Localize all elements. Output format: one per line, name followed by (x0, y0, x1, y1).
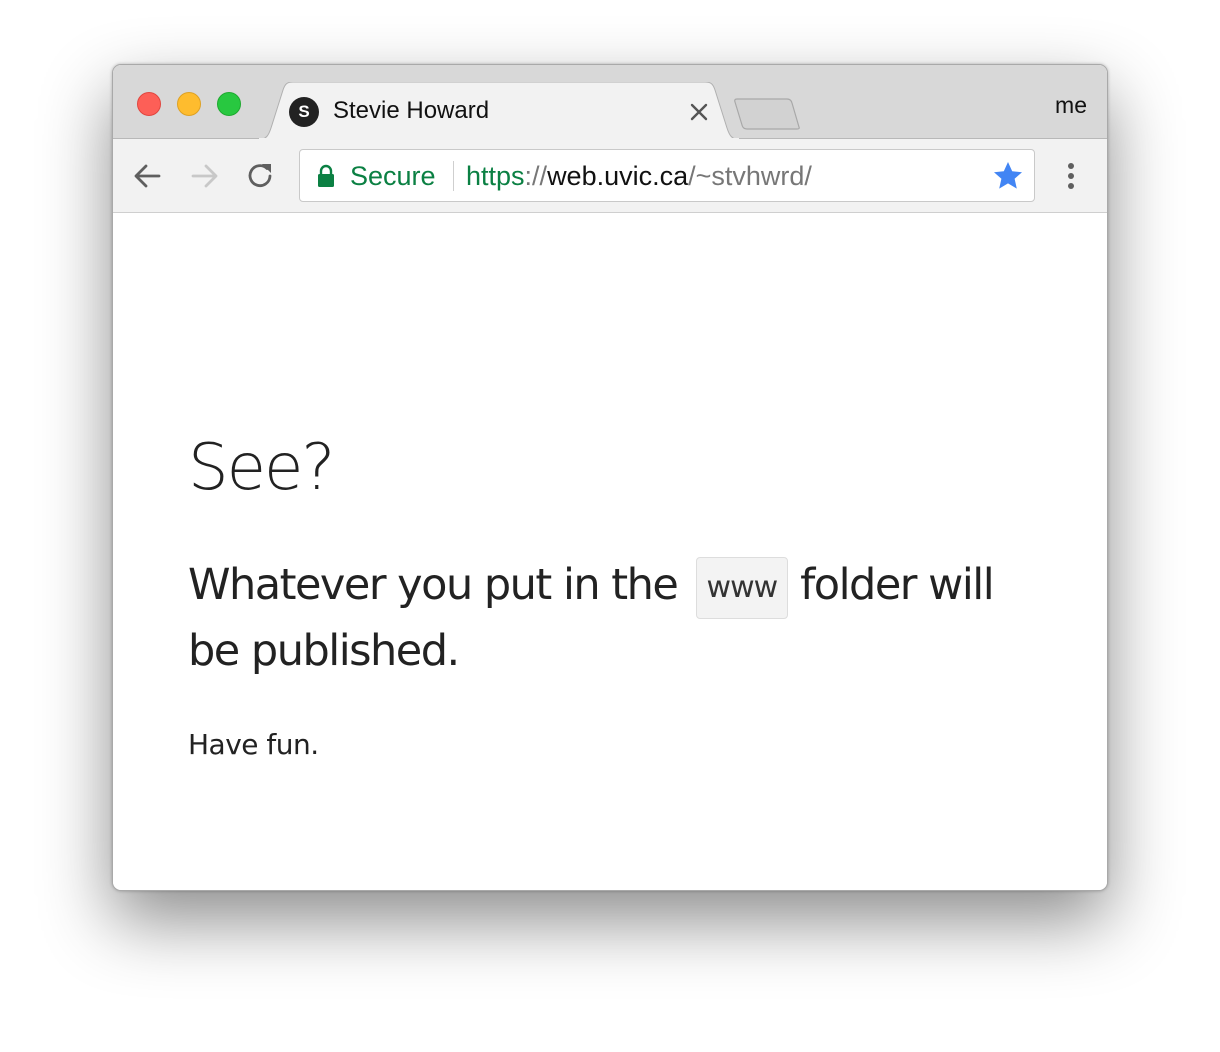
site-favicon: S (289, 97, 319, 127)
reload-icon[interactable] (243, 159, 277, 193)
close-icon[interactable] (687, 100, 711, 124)
browser-toolbar: Secure https://web.uvic.ca/~stvhwrd/ (113, 139, 1107, 213)
url-separator: :// (524, 161, 548, 191)
window-close-button[interactable] (137, 92, 161, 116)
new-tab-button[interactable] (733, 97, 803, 131)
closing-text: Have fun. (188, 728, 319, 761)
lock-icon (318, 164, 334, 187)
browser-window: S Stevie Howard me Secure https://web.uv… (112, 64, 1108, 891)
tab-background (257, 82, 741, 140)
lead-text-before: Whatever you put in the (188, 560, 679, 610)
tab-active[interactable]: S Stevie Howard (257, 82, 741, 140)
arrow-right-icon[interactable] (187, 159, 221, 193)
url-host: web.uvic.ca (547, 161, 689, 191)
lead-paragraph: Whatever you put in the www folder will b… (188, 553, 1048, 683)
window-zoom-button[interactable] (217, 92, 241, 116)
kebab-menu-icon[interactable] (1059, 159, 1083, 193)
window-minimize-button[interactable] (177, 92, 201, 116)
page-content: See? Whatever you put in the www folder w… (113, 213, 1107, 890)
address-bar[interactable]: Secure https://web.uvic.ca/~stvhwrd/ (299, 149, 1035, 202)
url-path: /~stvhwrd/ (688, 161, 812, 191)
tab-title: Stevie Howard (333, 97, 490, 124)
page-heading: See? (188, 431, 335, 505)
profile-label[interactable]: me (1055, 91, 1087, 119)
url-scheme: https (466, 161, 525, 191)
arrow-left-icon[interactable] (131, 159, 165, 193)
star-icon[interactable] (992, 160, 1024, 192)
url-text[interactable]: https://web.uvic.ca/~stvhwrd/ (466, 160, 812, 192)
www-code: www (695, 557, 789, 619)
address-divider (453, 161, 454, 191)
security-label[interactable]: Secure (350, 160, 436, 192)
tab-strip: S Stevie Howard me (113, 65, 1107, 140)
